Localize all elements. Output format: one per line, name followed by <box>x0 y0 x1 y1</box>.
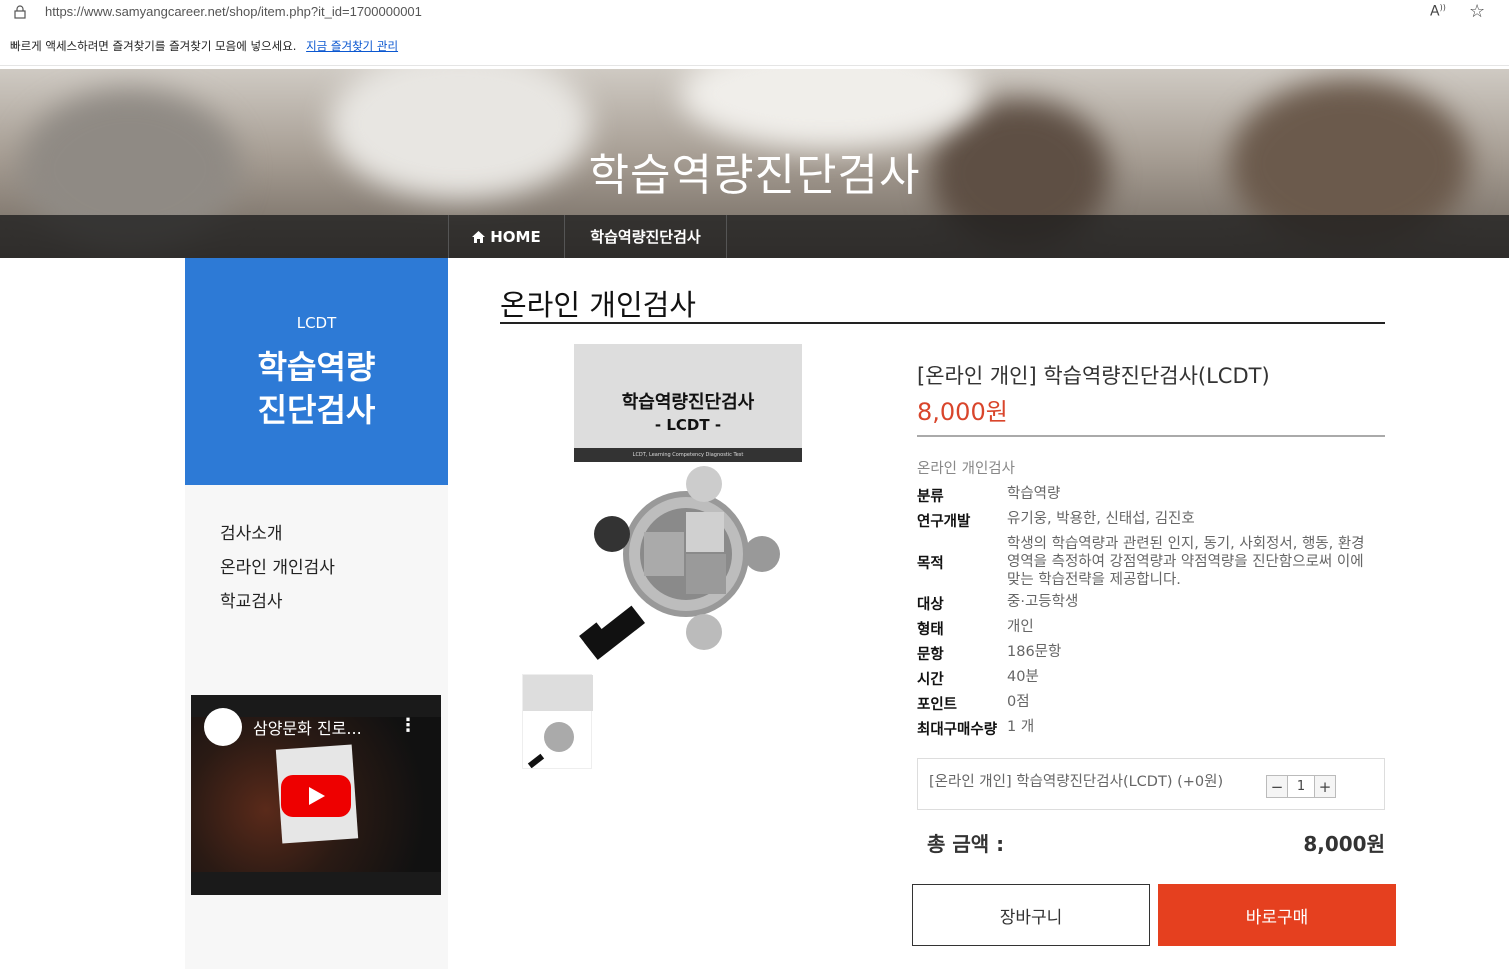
product-price: 8,000원 <box>917 398 1008 426</box>
info-key: 최대구매수량 <box>917 722 998 738</box>
hero-bg-shape <box>680 69 980 149</box>
breadcrumb-home[interactable]: HOME <box>448 215 565 258</box>
manage-favorites-link[interactable]: 지금 즐겨찾기 관리 <box>306 39 398 53</box>
breadcrumb: HOME 학습역량진단검사 <box>0 215 1509 258</box>
sidebar-item-online[interactable]: 온라인 개인검사 <box>220 553 335 587</box>
info-row: 연구개발 유기웅, 박용한, 신태섭, 김진호 <box>917 510 1385 531</box>
quantity-plus-button[interactable]: + <box>1314 775 1336 798</box>
info-value: 개인 <box>1007 619 1034 635</box>
sidebar-header: LCDT 학습역량 진단검사 <box>185 258 448 485</box>
info-row: 형태 개인 <box>917 618 1385 639</box>
price-divider <box>917 435 1385 437</box>
hero-title: 학습역량진단검사 <box>588 150 921 201</box>
quantity-minus-button[interactable]: − <box>1266 775 1288 798</box>
info-value: 학습역량 <box>1007 486 1061 502</box>
sidebar-subtitle: LCDT <box>296 314 337 332</box>
favorites-message-text: 빠르게 액세스하려면 즐겨찾기를 즐겨찾기 모음에 넣으세요. <box>10 39 297 53</box>
product-name: [온라인 개인] 학습역량진단검사(LCDT) <box>917 364 1270 388</box>
cover-subtitle: - LCDT - <box>654 416 722 434</box>
play-button-icon[interactable] <box>281 775 351 817</box>
more-options-icon[interactable]: ⋮ <box>399 715 417 736</box>
hero-banner: 학습역량진단검사 HOME 학습역량진단검사 <box>0 69 1509 258</box>
thumbnail-illustration <box>527 722 574 768</box>
thumbnail-cover <box>523 675 593 711</box>
info-value: 186문항 <box>1007 644 1062 660</box>
selected-option-box: [온라인 개인] 학습역량진단검사(LCDT) (+0원) − 1 + <box>917 758 1385 810</box>
channel-avatar[interactable] <box>204 708 242 746</box>
sidebar-menu: 검사소개 온라인 개인검사 학교검사 <box>220 519 335 621</box>
youtube-video[interactable]: 삼양문화 진로... ⋮ <box>191 695 441 895</box>
breadcrumb-home-label: HOME <box>490 227 541 246</box>
info-row: 목적 학생의 학습역량과 관련된 인지, 동기, 사회정서, 행동, 환경 영역을… <box>917 535 1385 589</box>
sidebar-item-school[interactable]: 학교검사 <box>220 587 335 621</box>
info-value: 중·고등학생 <box>1007 594 1079 610</box>
info-value: 0점 <box>1007 694 1030 710</box>
favorites-message: 빠르게 액세스하려면 즐겨찾기를 즐겨찾기 모음에 넣으세요. 지금 즐겨찾기 … <box>10 38 398 54</box>
url-text[interactable]: https://www.samyangcareer.net/shop/item.… <box>45 4 422 19</box>
info-value: 유기웅, 박용한, 신태섭, 김진호 <box>1007 511 1195 527</box>
lock-icon <box>14 5 26 19</box>
product-info-table: 분류 학습역량 연구개발 유기웅, 박용한, 신태섭, 김진호 목적 학생의 학습역량… <box>917 485 1385 743</box>
add-to-cart-button[interactable]: 장바구니 <box>912 884 1150 946</box>
address-bar[interactable]: https://www.samyangcareer.net/shop/item.… <box>0 0 1509 26</box>
product-thumbnail[interactable] <box>522 674 593 769</box>
favorites-bar: 빠르게 액세스하려면 즐겨찾기를 즐겨찾기 모음에 넣으세요. 지금 즐겨찾기 … <box>0 26 1509 66</box>
favorite-star-icon[interactable]: ☆ <box>1469 1 1485 22</box>
option-label: [온라인 개인] 학습역량진단검사(LCDT) (+0원) <box>929 774 1224 790</box>
total-label: 총 금액 : <box>927 832 1005 856</box>
info-key: 형태 <box>917 622 944 638</box>
quantity-stepper: − 1 + <box>1266 775 1336 798</box>
info-row: 시간 40분 <box>917 668 1385 689</box>
info-key: 연구개발 <box>917 514 971 530</box>
buy-now-button[interactable]: 바로구매 <box>1158 884 1396 946</box>
quantity-input[interactable]: 1 <box>1288 775 1314 798</box>
info-row: 대상 중·고등학생 <box>917 593 1385 614</box>
sidebar-item-intro[interactable]: 검사소개 <box>220 519 335 553</box>
sidebar-title: 학습역량 진단검사 <box>185 346 448 432</box>
info-key: 대상 <box>917 597 944 613</box>
info-row: 분류 학습역량 <box>917 485 1385 506</box>
section-title: 온라인 개인검사 <box>500 288 696 322</box>
info-value: 1 개 <box>1007 719 1035 735</box>
info-row: 포인트 0점 <box>917 693 1385 714</box>
sidebar-title-line1: 학습역량 <box>257 348 376 386</box>
home-icon <box>472 230 486 243</box>
info-row: 문항 186문항 <box>917 643 1385 664</box>
puzzle-magnifier-illustration <box>579 466 780 660</box>
section-divider <box>500 322 1385 324</box>
breadcrumb-current[interactable]: 학습역량진단검사 <box>564 215 727 258</box>
info-key: 포인트 <box>917 697 958 713</box>
info-value: 학생의 학습역량과 관련된 인지, 동기, 사회정서, 행동, 환경 영역을 측… <box>1007 536 1365 588</box>
info-row: 최대구매수량 1 개 <box>917 718 1385 739</box>
info-value: 40분 <box>1007 669 1039 685</box>
read-aloud-icon[interactable]: A)) <box>1430 3 1446 20</box>
info-key: 시간 <box>917 672 944 688</box>
cover-title: 학습역량진단검사 <box>621 392 755 413</box>
info-key: 문항 <box>917 647 944 663</box>
cover-footer-text: LCDT, Learning Competency Diagnostic Tes… <box>632 452 744 458</box>
info-key: 분류 <box>917 489 944 505</box>
sidebar-title-line2: 진단검사 <box>257 391 376 429</box>
video-title[interactable]: 삼양문화 진로... <box>253 715 362 739</box>
product-cover-image: 학습역량진단검사 - LCDT - LCDT, Learning Compete… <box>574 344 802 462</box>
info-key: 목적 <box>917 555 944 572</box>
product-category: 온라인 개인검사 <box>917 461 1015 477</box>
total-value: 8,000원 <box>1303 832 1385 856</box>
cover-footer: LCDT, Learning Competency Diagnostic Tes… <box>574 448 802 462</box>
